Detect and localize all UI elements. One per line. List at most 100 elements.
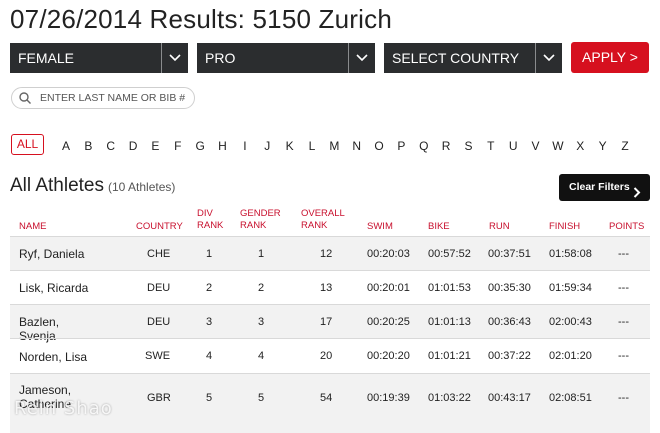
letter-filter-i[interactable]: I (235, 139, 255, 153)
letter-filter-k[interactable]: K (280, 139, 300, 153)
table-row[interactable]: Ryf, Daniela CHE 1 1 12 00:20:03 00:57:5… (10, 236, 650, 271)
div-rank: 1 (206, 248, 213, 260)
bike-time: 01:01:21 (428, 350, 471, 362)
swim-time: 00:20:25 (367, 316, 410, 328)
athlete-name[interactable]: Ryf, Daniela (19, 247, 99, 261)
finish-time: 02:00:43 (549, 316, 592, 328)
letter-filter-w[interactable]: W (548, 139, 568, 153)
letter-filter-b[interactable]: B (78, 139, 98, 153)
div-rank: 2 (206, 282, 213, 294)
points: --- (618, 350, 629, 362)
chevron-right-icon (633, 182, 641, 198)
page-title: 07/26/2014 Results: 5150 Zurich (10, 4, 392, 34)
letter-filter-h[interactable]: H (213, 139, 233, 153)
chevron-down-icon (161, 43, 188, 73)
apply-button[interactable]: APPLY > (571, 42, 649, 73)
letter-filter-j[interactable]: J (257, 139, 277, 153)
athlete-country: DEU (147, 316, 171, 328)
table-row[interactable]: Bazlen, Svenja DEU 3 3 17 00:20:25 01:01… (10, 304, 650, 343)
letter-filter-s[interactable]: S (458, 139, 478, 153)
gender-select-value: FEMALE (18, 50, 75, 66)
run-time: 00:37:22 (488, 350, 531, 362)
overall-rank: 54 (320, 392, 333, 404)
chevron-down-icon (348, 43, 375, 73)
header-overall-rank-line2: RANK (301, 220, 328, 231)
finish-time: 01:58:08 (549, 248, 592, 260)
letter-filter-t[interactable]: T (481, 139, 501, 153)
points: --- (618, 392, 629, 404)
letter-filter-a[interactable]: A (56, 139, 76, 153)
header-overall-rank-line1: OVERALL (301, 208, 345, 219)
header-div-rank[interactable]: DIV RANK (197, 208, 223, 232)
athlete-country: SWE (145, 350, 171, 362)
letter-filter-q[interactable]: Q (414, 139, 434, 153)
points: --- (618, 248, 629, 260)
letter-filter-m[interactable]: M (324, 139, 344, 153)
bike-time: 01:01:13 (428, 316, 471, 328)
athlete-country: DEU (147, 282, 171, 294)
header-points[interactable]: POINTS (609, 221, 644, 233)
overall-rank: 12 (320, 248, 333, 260)
run-time: 00:43:17 (488, 392, 531, 404)
letter-filter-y[interactable]: Y (593, 139, 613, 153)
search-box (11, 87, 195, 109)
chevron-down-icon (535, 43, 562, 73)
header-run[interactable]: RUN (489, 221, 510, 233)
letter-filter-e[interactable]: E (145, 139, 165, 153)
clear-filters-button[interactable]: Clear Filters (559, 174, 650, 201)
swim-time: 00:20:03 (367, 248, 410, 260)
bike-time: 01:03:22 (428, 392, 471, 404)
gender-rank: 3 (258, 316, 265, 328)
letter-filter-l[interactable]: L (302, 139, 322, 153)
table-row[interactable]: Lisk, Ricarda DEU 2 2 13 00:20:01 01:01:… (10, 270, 650, 305)
letter-filter-d[interactable]: D (123, 139, 143, 153)
run-time: 00:35:30 (488, 282, 531, 294)
watermark: Rein Shao (14, 398, 113, 419)
header-div-rank-line2: RANK (197, 220, 224, 231)
letter-filter-z[interactable]: Z (615, 139, 635, 153)
letter-filter-p[interactable]: P (391, 139, 411, 153)
div-rank: 4 (206, 350, 213, 362)
letter-filter-v[interactable]: V (526, 139, 546, 153)
letter-filter-x[interactable]: X (570, 139, 590, 153)
header-name[interactable]: NAME (19, 221, 46, 233)
search-input[interactable] (40, 89, 190, 107)
div-rank: 5 (206, 392, 213, 404)
athlete-country: CHE (147, 248, 171, 260)
country-select[interactable]: SELECT COUNTRY (384, 43, 562, 73)
letter-filter-n[interactable]: N (347, 139, 367, 153)
header-country[interactable]: COUNTRY (136, 221, 183, 233)
header-finish[interactable]: FINISH (549, 221, 580, 233)
country-select-value: SELECT COUNTRY (392, 50, 520, 66)
header-gender-rank-line1: GENDER (240, 208, 281, 219)
letter-filter-c[interactable]: C (101, 139, 121, 153)
header-div-rank-line1: DIV (197, 208, 213, 219)
letter-filter-f[interactable]: F (168, 139, 188, 153)
letter-filter-o[interactable]: O (369, 139, 389, 153)
gender-select[interactable]: FEMALE (10, 43, 188, 73)
clear-filters-label: Clear Filters (569, 181, 630, 193)
bike-time: 00:57:52 (428, 248, 471, 260)
letter-filter-u[interactable]: U (503, 139, 523, 153)
overall-rank: 20 (320, 350, 333, 362)
swim-time: 00:20:01 (367, 282, 410, 294)
header-gender-rank-line2: RANK (240, 220, 267, 231)
table-row[interactable]: Norden, Lisa SWE 4 4 20 00:20:20 01:01:2… (10, 338, 650, 374)
gender-rank: 2 (258, 282, 265, 294)
search-icon (18, 91, 32, 105)
letter-filter-r[interactable]: R (436, 139, 456, 153)
athlete-name[interactable]: Norden, Lisa (19, 350, 99, 364)
letter-filter-g[interactable]: G (190, 139, 210, 153)
athlete-name[interactable]: Lisk, Ricarda (19, 281, 99, 295)
header-swim[interactable]: SWIM (367, 221, 393, 233)
division-select[interactable]: PRO (197, 43, 375, 73)
bike-time: 01:01:53 (428, 282, 471, 294)
athlete-country: GBR (147, 392, 171, 404)
gender-rank: 4 (258, 350, 265, 362)
letter-filter-all[interactable]: ALL (11, 134, 44, 155)
header-gender-rank[interactable]: GENDER RANK (240, 208, 281, 232)
points: --- (618, 316, 629, 328)
header-bike[interactable]: BIKE (428, 221, 450, 233)
header-overall-rank[interactable]: OVERALL RANK (301, 208, 345, 232)
overall-rank: 17 (320, 316, 333, 328)
